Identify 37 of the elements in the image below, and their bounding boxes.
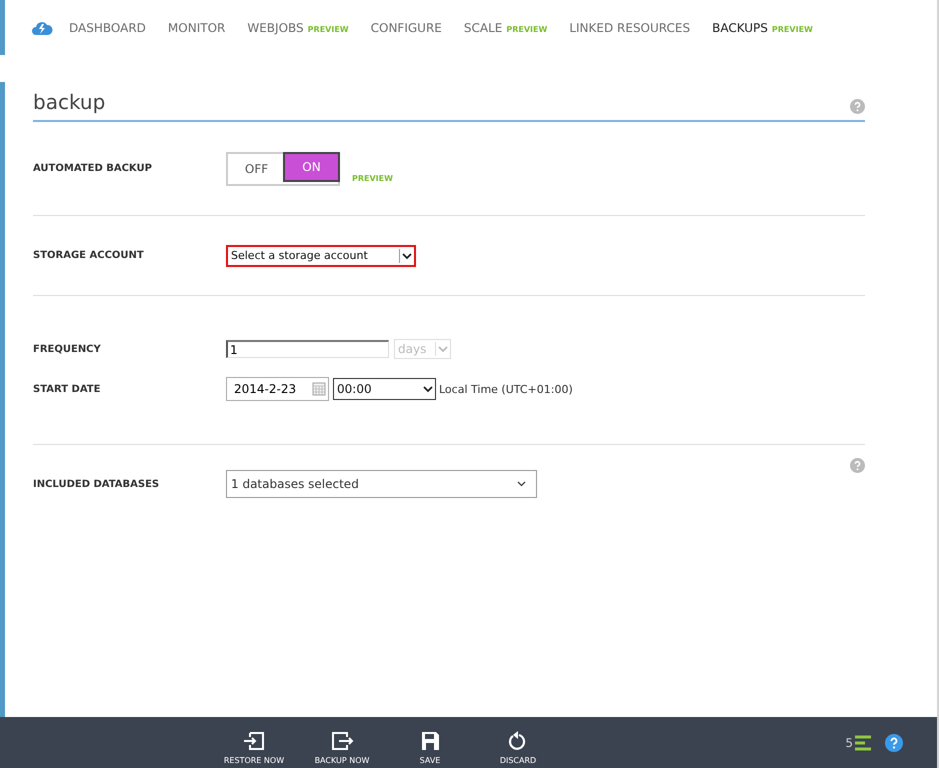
preview-label: PREVIEW bbox=[506, 24, 548, 34]
command-button[interactable]: SAVE bbox=[386, 717, 474, 768]
toggle-option[interactable]: ON bbox=[283, 152, 340, 182]
nav-tab[interactable]: WEBJOBS PREVIEW bbox=[247, 20, 349, 34]
frequency-input[interactable]: 1 bbox=[226, 340, 389, 358]
timezone-text: Local Time (UTC+01:00) bbox=[439, 382, 573, 396]
storage-account-dropdown[interactable]: Select a storage account bbox=[226, 244, 416, 266]
command-button[interactable]: BACKUP NOW bbox=[298, 717, 386, 768]
field-label: INCLUDED DATABASES bbox=[33, 478, 160, 490]
cloud-logo-icon[interactable] bbox=[31, 20, 53, 36]
field-label: AUTOMATED BACKUP bbox=[33, 163, 153, 174]
export-icon bbox=[330, 730, 354, 752]
field-label: FREQUENCY bbox=[33, 344, 102, 354]
nav-tab[interactable]: DASHBOARD bbox=[69, 20, 146, 34]
toggle-switch[interactable]: OFF ON bbox=[226, 152, 340, 186]
nav-tab[interactable]: BACKUPS PREVIEW bbox=[712, 20, 813, 34]
field-label: STORAGE ACCOUNT bbox=[33, 250, 145, 261]
nav-tab[interactable]: MONITOR bbox=[168, 20, 226, 34]
preview-label: PREVIEW bbox=[772, 24, 813, 34]
nav-tab[interactable]: CONFIGURE bbox=[370, 20, 442, 34]
help-icon[interactable] bbox=[885, 734, 903, 752]
chevron-icon bbox=[517, 481, 526, 487]
command-button[interactable]: DISCARD bbox=[474, 717, 562, 768]
calendar-icon[interactable] bbox=[312, 382, 326, 396]
section-title: backup bbox=[33, 90, 106, 114]
restore-icon bbox=[242, 730, 266, 752]
date-field[interactable]: 2014-2-23 bbox=[226, 377, 329, 401]
nav-tab[interactable]: SCALE PREVIEW bbox=[464, 20, 548, 34]
nav-tab[interactable]: LINKED RESOURCES bbox=[569, 20, 690, 34]
preview-label: PREVIEW bbox=[352, 174, 393, 183]
field-label: START DATE bbox=[33, 384, 102, 394]
notification-count[interactable]: 5 bbox=[845, 736, 853, 750]
preview-label: PREVIEW bbox=[308, 24, 349, 34]
databases-dropdown[interactable]: 1 databases selected bbox=[226, 470, 537, 498]
list-icon[interactable] bbox=[855, 734, 871, 750]
time-dropdown[interactable]: 00:00 bbox=[333, 378, 436, 400]
command-button[interactable]: RESTORE NOW bbox=[210, 717, 298, 768]
